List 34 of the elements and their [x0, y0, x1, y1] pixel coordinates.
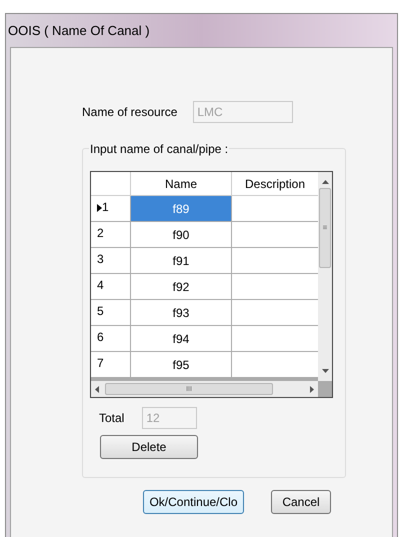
window-title: OOIS ( Name Of Canal )	[8, 22, 150, 40]
row-header[interactable]: 5	[91, 300, 131, 325]
row-header[interactable]: 2	[91, 222, 131, 247]
row-number: 6	[97, 329, 104, 346]
cancel-button[interactable]: Cancel	[271, 490, 331, 514]
vertical-scrollbar[interactable]: ≡	[318, 172, 332, 381]
name-cell[interactable]: f92	[131, 274, 232, 299]
name-cell[interactable]: f89	[131, 196, 232, 221]
scroll-up-icon[interactable]	[322, 180, 328, 184]
name-cell[interactable]: f95	[131, 352, 232, 377]
row-number: 2	[97, 225, 104, 242]
row-number: 3	[97, 251, 104, 268]
row-header[interactable]: 6	[91, 326, 131, 351]
delete-button[interactable]: Delete	[100, 435, 198, 459]
resource-label: Name of resource	[82, 104, 178, 121]
row-number: 1	[102, 199, 109, 216]
name-cell[interactable]: f93	[131, 300, 232, 325]
row-header[interactable]: 3	[91, 248, 131, 273]
ok-button[interactable]: Ok/Continue/Clo	[143, 490, 244, 514]
row-header[interactable]: 4	[91, 274, 131, 299]
column-header[interactable]: Name	[131, 172, 232, 195]
scroll-thumb[interactable]: ≡	[319, 188, 331, 268]
name-cell[interactable]: f90	[131, 222, 232, 247]
total-label: Total	[99, 410, 124, 427]
row-number: 7	[97, 355, 104, 372]
scroll-down-icon[interactable]	[322, 369, 328, 373]
scroll-right-icon[interactable]	[310, 386, 314, 392]
column-header[interactable]: Description	[232, 172, 318, 195]
row-header[interactable]: 7	[91, 352, 131, 377]
scroll-left-icon[interactable]	[95, 386, 99, 392]
name-cell[interactable]: f94	[131, 326, 232, 351]
row-number: 5	[97, 303, 104, 320]
row-number: 4	[97, 277, 104, 294]
name-cell[interactable]: f91	[131, 248, 232, 273]
